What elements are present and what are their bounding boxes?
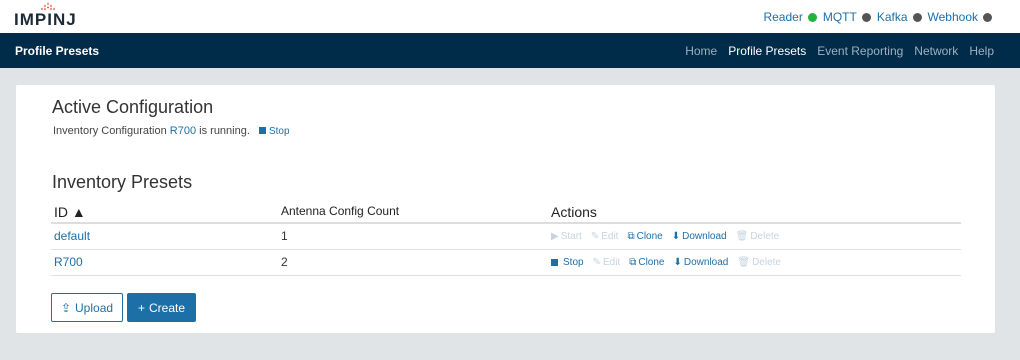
- stop-active-button[interactable]: Stop: [258, 126, 290, 137]
- trash-icon: 🗑: [737, 257, 751, 268]
- trash-icon: 🗑: [735, 231, 749, 242]
- presets-table: ID ▲ Antenna Config Count Actions defaul…: [51, 201, 961, 276]
- status-text-suffix: is running.: [199, 125, 250, 137]
- download-icon: ⬇: [671, 231, 681, 242]
- download-icon: ⬇: [673, 257, 682, 268]
- pencil-icon: ✎: [592, 257, 601, 268]
- status-text-prefix: Inventory Configuration: [53, 125, 167, 137]
- delete-button[interactable]: 🗑 Delete: [737, 257, 781, 268]
- start-button[interactable]: ▶ Start: [551, 231, 582, 242]
- status-kafka-dot-icon: [912, 12, 922, 22]
- status-reader-link[interactable]: Reader: [763, 10, 802, 24]
- download-button[interactable]: ⬇ Download: [672, 231, 727, 242]
- active-configuration-status: Inventory Configuration R700 is running.…: [53, 125, 290, 137]
- action-label: Start: [560, 231, 582, 242]
- connection-status: Reader MQTT Kafka Webhook: [763, 10, 994, 24]
- status-webhook-dot-icon: [983, 12, 992, 22]
- create-button[interactable]: + Create: [127, 293, 196, 322]
- nav-profile-presets[interactable]: Profile Presets: [728, 44, 806, 58]
- action-label: Stop: [563, 257, 584, 268]
- column-header-antenna-count: Antenna Config Count: [281, 204, 400, 218]
- edit-button[interactable]: ✎ Edit: [593, 257, 621, 268]
- action-label: Clone: [638, 257, 665, 268]
- stop-icon: [258, 127, 266, 134]
- stop-button[interactable]: Stop: [551, 257, 584, 268]
- plus-icon: +: [137, 300, 145, 315]
- pencil-icon: ✎: [590, 231, 600, 242]
- preset-id-cell: default: [54, 229, 90, 243]
- column-header-id[interactable]: ID ▲: [54, 204, 86, 220]
- delete-button[interactable]: 🗑 Delete: [736, 231, 780, 242]
- main-navbar: Profile Presets Home Profile Presets Eve…: [0, 33, 1020, 68]
- create-label: Create: [148, 300, 186, 315]
- table-header: ID ▲ Antenna Config Count Actions: [51, 201, 961, 224]
- preset-id-link[interactable]: default: [54, 229, 90, 243]
- antenna-count-cell: 2: [281, 255, 288, 269]
- upload-button[interactable]: ⇪ Upload: [51, 293, 123, 322]
- nav-event-reporting[interactable]: Event Reporting: [817, 44, 903, 58]
- table-row: default 1 ▶ Start ✎ Edit ⧉ Clone ⬇ Download …: [51, 224, 961, 250]
- preset-id-cell: R700: [54, 255, 83, 269]
- upload-label: Upload: [75, 300, 114, 315]
- row-actions: Stop ✎ Edit ⧉ Clone ⬇ Download 🗑 Delete: [551, 257, 781, 268]
- nav-network[interactable]: Network: [914, 44, 958, 58]
- upload-icon: ⇪: [60, 300, 72, 315]
- table-buttons: ⇪ Upload + Create: [51, 293, 196, 322]
- action-label: Delete: [750, 231, 780, 242]
- logo-text: IMPINJ: [14, 10, 77, 29]
- row-actions: ▶ Start ✎ Edit ⧉ Clone ⬇ Download 🗑 Delete: [551, 231, 779, 242]
- impinj-logo: IMPINJ: [14, 3, 77, 30]
- status-mqtt-dot-icon: [861, 12, 871, 22]
- preset-id-link[interactable]: R700: [54, 255, 83, 269]
- action-label: Delete: [752, 257, 781, 268]
- nav-menu: Home Profile Presets Event Reporting Net…: [685, 44, 994, 58]
- top-bar: IMPINJ Reader MQTT Kafka Webhook: [0, 0, 1020, 33]
- nav-home[interactable]: Home: [685, 44, 717, 58]
- table-row: R700 2 Stop ✎ Edit ⧉ Clone ⬇ Download 🗑 Dele…: [51, 250, 961, 276]
- play-icon: ▶: [551, 231, 559, 242]
- antenna-count-cell: 1: [281, 229, 288, 243]
- column-header-actions: Actions: [551, 204, 597, 220]
- status-reader-dot-icon: [807, 12, 817, 22]
- action-label: Edit: [601, 231, 619, 242]
- edit-button[interactable]: ✎ Edit: [591, 231, 619, 242]
- content-panel: Active Configuration Inventory Configura…: [16, 85, 995, 333]
- active-preset-link[interactable]: R700: [170, 125, 196, 137]
- status-webhook-link[interactable]: Webhook: [928, 10, 978, 24]
- action-label: Download: [682, 231, 727, 242]
- nav-help[interactable]: Help: [969, 44, 994, 58]
- action-label: Clone: [636, 231, 663, 242]
- action-label: Edit: [602, 257, 621, 268]
- copy-icon: ⧉: [627, 231, 635, 242]
- status-kafka-link[interactable]: Kafka: [877, 10, 908, 24]
- copy-icon: ⧉: [629, 257, 637, 268]
- download-button[interactable]: ⬇ Download: [673, 257, 728, 268]
- active-configuration-heading: Active Configuration: [52, 97, 214, 117]
- status-mqtt-link[interactable]: MQTT: [823, 10, 857, 24]
- page-title: Profile Presets: [15, 44, 100, 58]
- action-label: Download: [683, 257, 729, 268]
- inventory-presets-heading: Inventory Presets: [52, 172, 193, 192]
- stop-label: Stop: [268, 126, 290, 137]
- clone-button[interactable]: ⧉ Clone: [629, 257, 664, 268]
- clone-button[interactable]: ⧉ Clone: [627, 231, 662, 242]
- stop-icon: [551, 259, 558, 266]
- logo-dots-icon: [41, 3, 55, 10]
